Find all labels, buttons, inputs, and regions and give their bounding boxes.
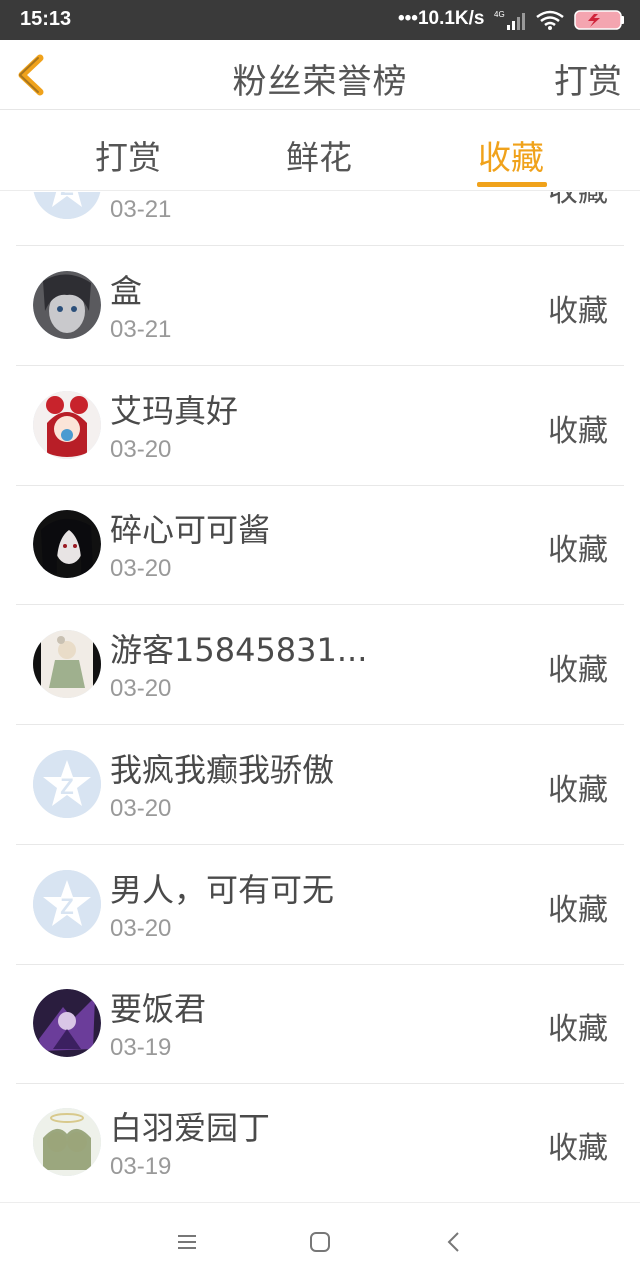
action-label: 收藏 — [548, 893, 608, 928]
tab-bar: 打赏 鲜花 收藏 — [0, 111, 640, 191]
tab-flowers[interactable]: 鲜花 — [286, 131, 352, 179]
svg-text:4G: 4G — [494, 10, 505, 19]
status-bar: 15:13 •••10.1K/s 4G — [0, 0, 640, 40]
status-time: 15:13 — [20, 8, 72, 30]
user-name: 盒 — [110, 272, 143, 310]
tab-reward[interactable]: 打赏 — [95, 131, 161, 179]
svg-text:Z: Z — [60, 894, 73, 919]
user-name: 白羽爱园丁 — [110, 1109, 271, 1147]
action-label: 收藏 — [548, 414, 608, 449]
favorite-date: 03-20 — [110, 555, 172, 582]
action-label: 收藏 — [548, 653, 608, 688]
list-item[interactable]: 碎心可可酱 03-20 收藏 — [16, 485, 624, 605]
list-item[interactable]: 游客15845831... 03-20 收藏 — [16, 605, 624, 725]
action-label: 收藏 — [548, 294, 608, 329]
home-icon[interactable] — [306, 1228, 334, 1256]
user-name: 艾玛真好 — [110, 392, 239, 430]
default-avatar-icon: Z — [33, 750, 101, 818]
system-navigation-bar — [0, 1202, 640, 1280]
list-item[interactable]: 艾玛真好 03-20 收藏 — [16, 366, 624, 486]
action-label: 收藏 — [548, 773, 608, 808]
user-avatar — [33, 391, 101, 459]
default-avatar-icon: Z — [33, 192, 101, 219]
user-avatar — [33, 510, 101, 578]
wifi-icon — [536, 10, 564, 30]
user-avatar — [33, 630, 101, 698]
action-label: 收藏 — [548, 1131, 608, 1166]
user-name: 男人，可有可无 — [110, 871, 335, 909]
user-name: 碎心可可酱 — [110, 511, 271, 549]
list-item[interactable]: Z 我疯我癫我骄傲 03-20 收藏 — [16, 725, 624, 845]
favorite-date: 03-20 — [110, 675, 172, 702]
favorite-date: 03-20 — [110, 915, 172, 942]
user-avatar — [33, 989, 101, 1057]
list-item[interactable]: 白羽爱园丁 03-19 收藏 — [16, 1083, 624, 1202]
favorite-date: 03-20 — [110, 436, 172, 463]
reward-button[interactable]: 打赏 — [554, 54, 622, 103]
cellular-signal-icon: 4G — [494, 10, 525, 30]
fan-list[interactable]: Z 03-21 收藏 盒 03-21 收藏 艾玛真好 03-20 收藏 — [0, 192, 640, 1202]
back-icon[interactable] — [440, 1228, 468, 1256]
action-label: 收藏 — [548, 1012, 608, 1047]
user-name: 我疯我癫我骄傲 — [110, 751, 335, 789]
favorite-date: 03-21 — [110, 316, 172, 343]
battery-charging-icon — [574, 10, 624, 30]
menu-icon[interactable] — [173, 1228, 201, 1256]
favorite-date: 03-19 — [110, 1034, 172, 1061]
favorite-date: 03-21 — [110, 196, 172, 223]
user-name: 要饭君 — [110, 990, 207, 1028]
svg-text:Z: Z — [60, 192, 73, 200]
list-item[interactable]: 盒 03-21 收藏 — [16, 246, 624, 366]
favorite-date: 03-20 — [110, 795, 172, 822]
tab-favorites[interactable]: 收藏 — [478, 131, 544, 179]
header: 粉丝荣誉榜 打赏 — [0, 40, 640, 110]
action-label: 收藏 — [548, 192, 608, 210]
network-speed: •••10.1K/s — [398, 8, 485, 29]
list-item[interactable]: Z 03-21 收藏 — [16, 192, 624, 246]
default-avatar-icon: Z — [33, 870, 101, 938]
favorite-date: 03-19 — [110, 1153, 172, 1180]
user-name: 游客15845831... — [110, 631, 368, 669]
svg-text:Z: Z — [60, 774, 73, 799]
list-item[interactable]: Z 男人，可有可无 03-20 收藏 — [16, 845, 624, 965]
user-avatar — [33, 1108, 101, 1176]
action-label: 收藏 — [548, 533, 608, 568]
user-avatar — [33, 271, 101, 339]
list-item[interactable]: 要饭君 03-19 收藏 — [16, 964, 624, 1084]
active-tab-indicator — [477, 182, 547, 187]
page-title: 粉丝荣誉榜 — [232, 62, 408, 102]
